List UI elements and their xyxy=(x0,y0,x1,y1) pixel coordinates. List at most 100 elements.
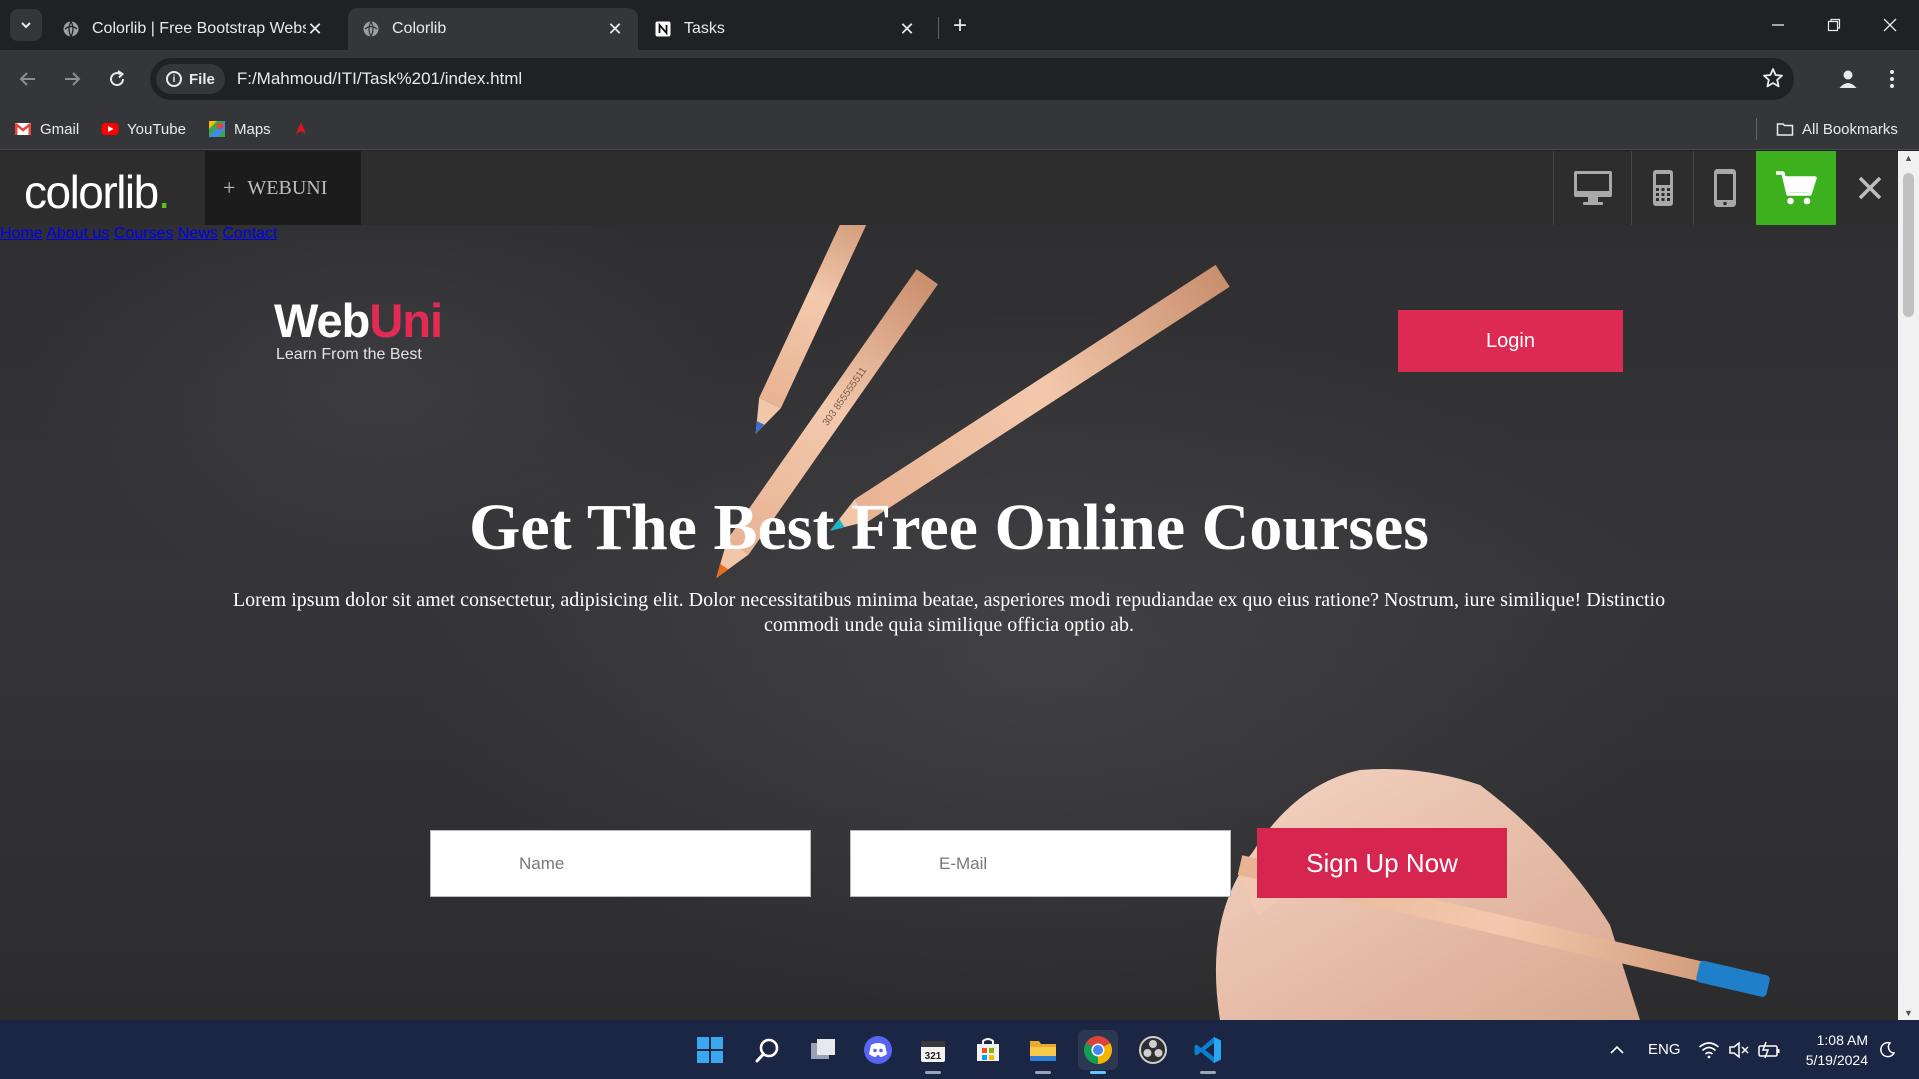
cart-icon xyxy=(1776,171,1817,205)
tab-close-icon[interactable]: ✕ xyxy=(898,19,916,39)
back-arrow-icon[interactable] xyxy=(12,63,44,95)
tab-search-button[interactable] xyxy=(10,9,42,41)
browser-toolbar: i File F:/Mahmoud/ITI/Task%201/index.htm… xyxy=(0,50,1919,108)
show-hidden-icons-chevron-icon[interactable] xyxy=(1608,1020,1626,1079)
browser-tab-strip: Colorlib | Free Bootstrap Websi ✕ Colorl… xyxy=(0,0,1919,50)
bookmark-label: YouTube xyxy=(127,120,186,138)
battery-charging-icon[interactable] xyxy=(1758,1020,1782,1079)
globe-icon xyxy=(362,20,380,38)
minimize-icon[interactable] xyxy=(1750,0,1806,50)
taskbar-discord[interactable] xyxy=(858,1030,898,1070)
windows-taskbar: 321 ENG 1:08 AM 5/19/2024 xyxy=(0,1020,1919,1079)
taskbar-file-explorer[interactable] xyxy=(1023,1030,1063,1074)
tab-title: Colorlib | Free Bootstrap Websi xyxy=(92,20,306,37)
colorlib-demo-bar: colorlib. + WEBUNI xyxy=(0,151,1898,225)
windows-start-button[interactable] xyxy=(690,1030,730,1070)
desktop-icon xyxy=(1573,171,1612,205)
clock-date: 5/19/2024 xyxy=(1805,1052,1868,1068)
language-indicator[interactable]: ENG xyxy=(1648,1020,1681,1079)
taskbar-chrome[interactable] xyxy=(1078,1030,1118,1074)
hero-subtitle: Lorem ipsum dolor sit amet consectetur, … xyxy=(232,589,1666,636)
scroll-down-arrow-icon[interactable]: ▼ xyxy=(1903,1008,1914,1018)
system-clock[interactable]: 1:08 AM 5/19/2024 xyxy=(1796,1030,1868,1070)
globe-icon xyxy=(62,20,80,38)
colorlib-logo-text: colorlib xyxy=(24,166,159,218)
mobile-icon xyxy=(1714,169,1736,207)
taskbar-task-view[interactable] xyxy=(803,1030,843,1070)
running-indicator xyxy=(1200,1071,1216,1074)
notifications-moon-icon[interactable] xyxy=(1878,1020,1896,1079)
name-input[interactable]: Name xyxy=(430,830,811,897)
colorlib-logo-dot: . xyxy=(157,166,171,218)
running-indicator xyxy=(1035,1071,1051,1074)
scrollbar-thumb[interactable] xyxy=(1903,173,1914,317)
active-indicator xyxy=(1090,1071,1106,1074)
taskbar-search[interactable] xyxy=(748,1030,788,1070)
login-button[interactable]: Login xyxy=(1398,310,1623,372)
taskbar-calendar-app[interactable]: 321 xyxy=(913,1030,953,1074)
volume-muted-icon[interactable] xyxy=(1728,1020,1750,1079)
page-viewport: colorlib. + WEBUNI 303 855555511 WebUni … xyxy=(0,151,1898,1020)
new-tab-plus-icon[interactable]: + xyxy=(946,12,974,40)
tab-title: Colorlib xyxy=(392,20,447,37)
desktop-view-button[interactable] xyxy=(1553,151,1631,225)
colorlib-logo[interactable]: colorlib. xyxy=(24,165,171,219)
forward-arrow-icon[interactable] xyxy=(56,63,88,95)
site-info-chip[interactable]: i File xyxy=(156,64,225,94)
tab-tasks[interactable]: Tasks ✕ xyxy=(640,8,930,50)
url-text: F:/Mahmoud/ITI/Task%201/index.html xyxy=(236,69,523,88)
tab-colorlib[interactable]: Colorlib ✕ xyxy=(348,8,638,50)
svg-text:321: 321 xyxy=(925,1051,942,1062)
logo-uni: Uni xyxy=(369,294,443,347)
profile-avatar-icon[interactable] xyxy=(1832,63,1864,95)
reload-icon[interactable] xyxy=(101,63,133,95)
screen: Colorlib | Free Bootstrap Websi ✕ Colorl… xyxy=(0,0,1919,1079)
notion-icon xyxy=(654,20,672,38)
kebab-menu-icon[interactable] xyxy=(1876,63,1908,95)
webuni-wordmark: WebUni xyxy=(274,293,443,348)
scroll-up-arrow-icon[interactable]: ▲ xyxy=(1903,153,1914,163)
bookmark-star-icon[interactable] xyxy=(1762,67,1784,94)
theme-selector[interactable]: + WEBUNI xyxy=(205,151,361,225)
tab-close-icon[interactable]: ✕ xyxy=(606,19,624,39)
tab-close-icon[interactable]: ✕ xyxy=(306,19,324,39)
taskbar-microsoft-store[interactable] xyxy=(968,1030,1008,1070)
task-view-icon xyxy=(811,1039,835,1059)
bookmark-gmail[interactable]: Gmail xyxy=(14,117,79,141)
hero-section: 303 855555511 WebUni Learn From the Best… xyxy=(0,225,1898,1020)
buy-cart-button[interactable] xyxy=(1756,151,1836,225)
all-bookmarks-button[interactable]: All Bookmarks xyxy=(1776,117,1898,141)
mobile-view-button[interactable] xyxy=(1693,151,1756,225)
taskbar-vscode[interactable] xyxy=(1188,1030,1228,1074)
address-bar[interactable]: i File F:/Mahmoud/ITI/Task%201/index.htm… xyxy=(150,58,1794,100)
tablet-view-button[interactable] xyxy=(1631,151,1693,225)
close-demo-bar-button[interactable] xyxy=(1846,151,1894,225)
bookmark-label: Maps xyxy=(234,120,271,138)
logo-tagline: Learn From the Best xyxy=(276,346,422,363)
bookmark-maps[interactable]: Maps xyxy=(208,117,271,141)
tab-separator xyxy=(938,17,939,39)
window-close-icon[interactable] xyxy=(1862,0,1918,50)
info-icon: i xyxy=(166,71,182,87)
youtube-icon xyxy=(101,123,119,135)
microsoft-store-icon xyxy=(977,1038,999,1061)
tab-colorlib-free-bootstrap[interactable]: Colorlib | Free Bootstrap Websi ✕ xyxy=(48,8,338,50)
restore-icon[interactable] xyxy=(1806,0,1862,50)
maps-icon xyxy=(209,121,225,137)
sign-up-button[interactable]: Sign Up Now xyxy=(1257,828,1507,898)
bookmarks-bar: Gmail YouTube Maps All Bookmarks xyxy=(0,108,1919,150)
folder-icon xyxy=(1776,123,1794,136)
close-icon xyxy=(1858,176,1882,200)
wifi-icon[interactable] xyxy=(1698,1020,1720,1079)
logo-web: Web xyxy=(274,294,370,347)
bookmarks-divider xyxy=(1756,118,1757,140)
page-scrollbar[interactable]: ▲ ▼ xyxy=(1898,151,1919,1020)
chrome-icon xyxy=(1084,1036,1112,1064)
email-input[interactable]: E-Mail xyxy=(850,830,1231,897)
webuni-logo[interactable]: WebUni Learn From the Best xyxy=(274,293,443,364)
vscode-icon xyxy=(1194,1037,1221,1063)
bookmark-youtube[interactable]: YouTube xyxy=(101,117,186,141)
taskbar-obs[interactable] xyxy=(1133,1030,1173,1070)
bookmark-red[interactable] xyxy=(292,117,318,141)
bookmark-label: Gmail xyxy=(40,120,80,138)
